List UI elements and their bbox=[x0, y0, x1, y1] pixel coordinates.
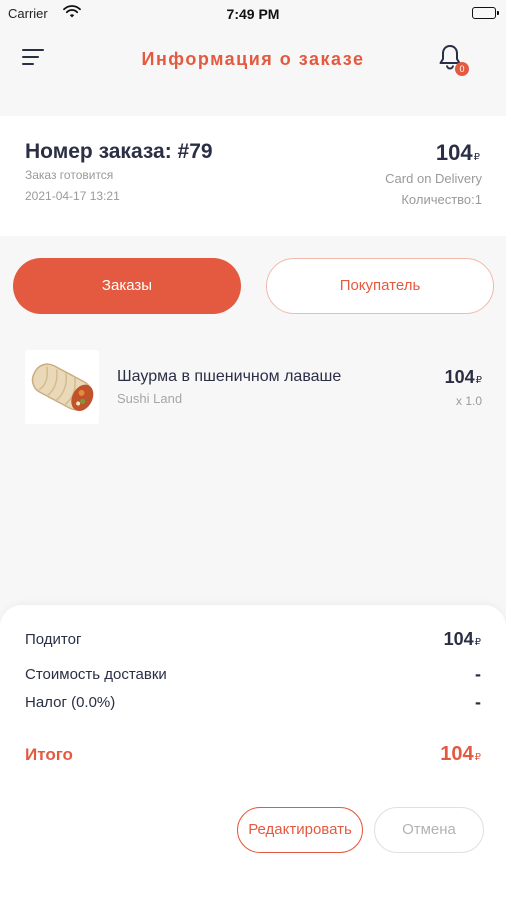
item-price: 104₽ bbox=[445, 367, 482, 388]
subtotal-amount: 104 bbox=[443, 629, 474, 649]
order-date: 2021-04-17 13:21 bbox=[25, 189, 120, 203]
total-amount: 104 bbox=[440, 743, 474, 765]
order-amount: 104₽ bbox=[436, 140, 480, 166]
order-amount-value: 104 bbox=[435, 140, 473, 165]
tax-label: Налог (0.0%) bbox=[25, 694, 116, 711]
order-number: Номер заказа: #79 bbox=[25, 140, 213, 163]
currency-symbol: ₽ bbox=[475, 375, 482, 386]
item-image bbox=[25, 350, 99, 424]
order-status: Заказ готовится bbox=[25, 168, 114, 182]
bell-icon[interactable]: 0 bbox=[438, 44, 472, 78]
currency-symbol: ₽ bbox=[474, 752, 481, 763]
subtotal-row: Подитог 104₽ bbox=[25, 629, 481, 653]
edit-button[interactable]: Редактировать bbox=[237, 807, 363, 853]
currency-symbol: ₽ bbox=[474, 637, 481, 648]
cancel-button[interactable]: Отмена bbox=[374, 807, 484, 853]
delivery-value: - bbox=[475, 664, 481, 684]
order-summary: Подитог 104₽ Стоимость доставки - Налог … bbox=[0, 605, 506, 900]
total-label: Итого bbox=[25, 745, 73, 764]
subtotal-label: Подитог bbox=[25, 631, 82, 648]
delivery-label: Стоимость доставки bbox=[25, 666, 167, 683]
total-row: Итого 104₽ bbox=[25, 743, 481, 767]
payment-method: Card on Delivery bbox=[385, 171, 482, 186]
tax-row: Налог (0.0%) - bbox=[25, 692, 481, 716]
item-quantity: x 1.0 bbox=[455, 394, 482, 408]
status-time: 7:49 PM bbox=[226, 6, 280, 22]
order-quantity: Количество:1 bbox=[401, 192, 482, 207]
item-name: Шаурма в пшеничном лаваше bbox=[117, 368, 342, 385]
page-title: Информация о заказе bbox=[141, 49, 365, 69]
subtotal-value: 104₽ bbox=[444, 629, 481, 650]
battery-icon bbox=[472, 7, 499, 19]
tax-value: - bbox=[475, 692, 481, 712]
order-card: Номер заказа: #79 Заказ готовится 2021-0… bbox=[0, 116, 506, 236]
currency-symbol: ₽ bbox=[473, 152, 480, 163]
list-item[interactable]: Шаурма в пшеничном лаваше Sushi Land 104… bbox=[0, 350, 506, 430]
tab-orders[interactable]: Заказы bbox=[13, 258, 241, 314]
item-shop: Sushi Land bbox=[117, 391, 183, 406]
item-price-value: 104 bbox=[444, 367, 475, 387]
tab-customer[interactable]: Покупатель bbox=[266, 258, 494, 314]
status-bar: Carrier 7:49 PM bbox=[0, 0, 506, 30]
delivery-row: Стоимость доставки - bbox=[25, 664, 481, 688]
header: Информация о заказе 0 bbox=[0, 40, 506, 80]
notification-badge: 0 bbox=[455, 62, 469, 76]
total-value: 104₽ bbox=[440, 743, 481, 766]
